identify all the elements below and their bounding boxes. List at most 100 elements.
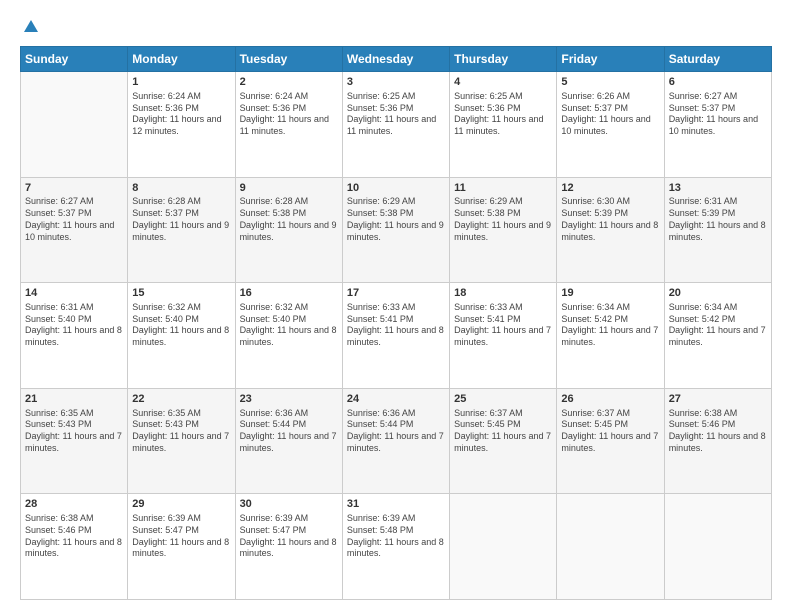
day-number: 27 xyxy=(669,392,767,407)
day-number: 5 xyxy=(561,75,659,90)
day-number: 17 xyxy=(347,286,445,301)
logo-icon xyxy=(22,18,40,36)
day-info: Sunrise: 6:25 AMSunset: 5:36 PMDaylight:… xyxy=(347,91,445,138)
calendar-day-cell: 3Sunrise: 6:25 AMSunset: 5:36 PMDaylight… xyxy=(342,72,449,178)
day-info: Sunrise: 6:31 AMSunset: 5:39 PMDaylight:… xyxy=(669,196,767,243)
day-info: Sunrise: 6:37 AMSunset: 5:45 PMDaylight:… xyxy=(454,408,552,455)
day-number: 13 xyxy=(669,181,767,196)
calendar-day-cell: 6Sunrise: 6:27 AMSunset: 5:37 PMDaylight… xyxy=(664,72,771,178)
day-number: 12 xyxy=(561,181,659,196)
calendar-day-cell: 1Sunrise: 6:24 AMSunset: 5:36 PMDaylight… xyxy=(128,72,235,178)
day-number: 31 xyxy=(347,497,445,512)
calendar-week-row: 14Sunrise: 6:31 AMSunset: 5:40 PMDayligh… xyxy=(21,283,772,389)
day-info: Sunrise: 6:24 AMSunset: 5:36 PMDaylight:… xyxy=(132,91,230,138)
day-number: 24 xyxy=(347,392,445,407)
day-info: Sunrise: 6:39 AMSunset: 5:47 PMDaylight:… xyxy=(132,513,230,560)
day-info: Sunrise: 6:38 AMSunset: 5:46 PMDaylight:… xyxy=(25,513,123,560)
day-number: 9 xyxy=(240,181,338,196)
calendar-day-cell: 19Sunrise: 6:34 AMSunset: 5:42 PMDayligh… xyxy=(557,283,664,389)
day-info: Sunrise: 6:29 AMSunset: 5:38 PMDaylight:… xyxy=(454,196,552,243)
day-info: Sunrise: 6:34 AMSunset: 5:42 PMDaylight:… xyxy=(669,302,767,349)
day-info: Sunrise: 6:32 AMSunset: 5:40 PMDaylight:… xyxy=(240,302,338,349)
day-number: 2 xyxy=(240,75,338,90)
calendar-day-cell: 26Sunrise: 6:37 AMSunset: 5:45 PMDayligh… xyxy=(557,388,664,494)
calendar-day-cell: 23Sunrise: 6:36 AMSunset: 5:44 PMDayligh… xyxy=(235,388,342,494)
calendar-day-cell xyxy=(664,494,771,600)
day-number: 14 xyxy=(25,286,123,301)
calendar-header-wednesday: Wednesday xyxy=(342,47,449,72)
logo xyxy=(20,18,40,36)
calendar-header-monday: Monday xyxy=(128,47,235,72)
day-info: Sunrise: 6:24 AMSunset: 5:36 PMDaylight:… xyxy=(240,91,338,138)
day-info: Sunrise: 6:37 AMSunset: 5:45 PMDaylight:… xyxy=(561,408,659,455)
day-number: 25 xyxy=(454,392,552,407)
calendar-day-cell: 13Sunrise: 6:31 AMSunset: 5:39 PMDayligh… xyxy=(664,177,771,283)
calendar-day-cell: 20Sunrise: 6:34 AMSunset: 5:42 PMDayligh… xyxy=(664,283,771,389)
day-info: Sunrise: 6:28 AMSunset: 5:38 PMDaylight:… xyxy=(240,196,338,243)
header xyxy=(20,18,772,36)
day-number: 22 xyxy=(132,392,230,407)
calendar-day-cell: 10Sunrise: 6:29 AMSunset: 5:38 PMDayligh… xyxy=(342,177,449,283)
calendar-day-cell: 12Sunrise: 6:30 AMSunset: 5:39 PMDayligh… xyxy=(557,177,664,283)
calendar-week-row: 21Sunrise: 6:35 AMSunset: 5:43 PMDayligh… xyxy=(21,388,772,494)
day-number: 16 xyxy=(240,286,338,301)
day-number: 20 xyxy=(669,286,767,301)
day-number: 10 xyxy=(347,181,445,196)
day-number: 23 xyxy=(240,392,338,407)
day-number: 28 xyxy=(25,497,123,512)
calendar-header-sunday: Sunday xyxy=(21,47,128,72)
calendar-day-cell: 24Sunrise: 6:36 AMSunset: 5:44 PMDayligh… xyxy=(342,388,449,494)
calendar-day-cell: 25Sunrise: 6:37 AMSunset: 5:45 PMDayligh… xyxy=(450,388,557,494)
day-number: 19 xyxy=(561,286,659,301)
calendar-day-cell: 30Sunrise: 6:39 AMSunset: 5:47 PMDayligh… xyxy=(235,494,342,600)
day-number: 21 xyxy=(25,392,123,407)
calendar-week-row: 1Sunrise: 6:24 AMSunset: 5:36 PMDaylight… xyxy=(21,72,772,178)
day-info: Sunrise: 6:25 AMSunset: 5:36 PMDaylight:… xyxy=(454,91,552,138)
day-info: Sunrise: 6:30 AMSunset: 5:39 PMDaylight:… xyxy=(561,196,659,243)
calendar-day-cell xyxy=(450,494,557,600)
day-number: 18 xyxy=(454,286,552,301)
day-number: 7 xyxy=(25,181,123,196)
calendar-header-tuesday: Tuesday xyxy=(235,47,342,72)
calendar-table: SundayMondayTuesdayWednesdayThursdayFrid… xyxy=(20,46,772,600)
day-info: Sunrise: 6:28 AMSunset: 5:37 PMDaylight:… xyxy=(132,196,230,243)
calendar-week-row: 7Sunrise: 6:27 AMSunset: 5:37 PMDaylight… xyxy=(21,177,772,283)
calendar-header-friday: Friday xyxy=(557,47,664,72)
calendar-day-cell: 31Sunrise: 6:39 AMSunset: 5:48 PMDayligh… xyxy=(342,494,449,600)
calendar-day-cell: 7Sunrise: 6:27 AMSunset: 5:37 PMDaylight… xyxy=(21,177,128,283)
day-info: Sunrise: 6:35 AMSunset: 5:43 PMDaylight:… xyxy=(132,408,230,455)
day-info: Sunrise: 6:27 AMSunset: 5:37 PMDaylight:… xyxy=(25,196,123,243)
calendar-header-row: SundayMondayTuesdayWednesdayThursdayFrid… xyxy=(21,47,772,72)
calendar-day-cell xyxy=(557,494,664,600)
calendar-day-cell: 22Sunrise: 6:35 AMSunset: 5:43 PMDayligh… xyxy=(128,388,235,494)
day-number: 8 xyxy=(132,181,230,196)
calendar-day-cell: 17Sunrise: 6:33 AMSunset: 5:41 PMDayligh… xyxy=(342,283,449,389)
calendar-day-cell: 5Sunrise: 6:26 AMSunset: 5:37 PMDaylight… xyxy=(557,72,664,178)
day-info: Sunrise: 6:27 AMSunset: 5:37 PMDaylight:… xyxy=(669,91,767,138)
calendar-day-cell: 21Sunrise: 6:35 AMSunset: 5:43 PMDayligh… xyxy=(21,388,128,494)
day-number: 15 xyxy=(132,286,230,301)
day-number: 30 xyxy=(240,497,338,512)
page: SundayMondayTuesdayWednesdayThursdayFrid… xyxy=(0,0,792,612)
day-number: 4 xyxy=(454,75,552,90)
calendar-day-cell: 15Sunrise: 6:32 AMSunset: 5:40 PMDayligh… xyxy=(128,283,235,389)
day-info: Sunrise: 6:39 AMSunset: 5:47 PMDaylight:… xyxy=(240,513,338,560)
calendar-day-cell: 2Sunrise: 6:24 AMSunset: 5:36 PMDaylight… xyxy=(235,72,342,178)
day-number: 6 xyxy=(669,75,767,90)
day-number: 29 xyxy=(132,497,230,512)
calendar-day-cell: 9Sunrise: 6:28 AMSunset: 5:38 PMDaylight… xyxy=(235,177,342,283)
day-info: Sunrise: 6:35 AMSunset: 5:43 PMDaylight:… xyxy=(25,408,123,455)
calendar-day-cell: 29Sunrise: 6:39 AMSunset: 5:47 PMDayligh… xyxy=(128,494,235,600)
calendar-day-cell: 16Sunrise: 6:32 AMSunset: 5:40 PMDayligh… xyxy=(235,283,342,389)
day-number: 1 xyxy=(132,75,230,90)
calendar-header-thursday: Thursday xyxy=(450,47,557,72)
day-number: 11 xyxy=(454,181,552,196)
calendar-day-cell xyxy=(21,72,128,178)
calendar-day-cell: 18Sunrise: 6:33 AMSunset: 5:41 PMDayligh… xyxy=(450,283,557,389)
calendar-day-cell: 14Sunrise: 6:31 AMSunset: 5:40 PMDayligh… xyxy=(21,283,128,389)
day-info: Sunrise: 6:34 AMSunset: 5:42 PMDaylight:… xyxy=(561,302,659,349)
day-number: 26 xyxy=(561,392,659,407)
calendar-day-cell: 27Sunrise: 6:38 AMSunset: 5:46 PMDayligh… xyxy=(664,388,771,494)
day-number: 3 xyxy=(347,75,445,90)
day-info: Sunrise: 6:29 AMSunset: 5:38 PMDaylight:… xyxy=(347,196,445,243)
